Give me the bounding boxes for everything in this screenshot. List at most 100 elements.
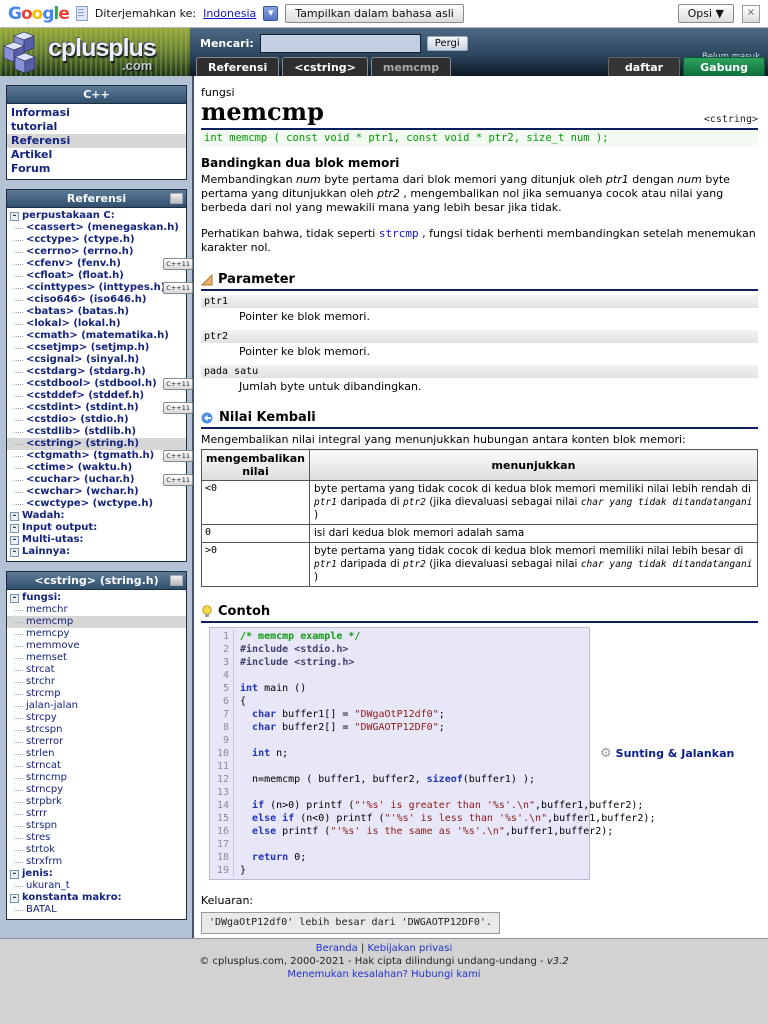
cstring-menu-item[interactable]: strrr bbox=[7, 808, 186, 820]
reference-menu-item[interactable]: <lokal> (lokal.h) bbox=[7, 318, 186, 330]
cstring-menu-item[interactable]: stres bbox=[7, 832, 186, 844]
home-link[interactable]: Beranda bbox=[316, 943, 358, 954]
cpp-menu-item[interactable]: Artikel bbox=[7, 148, 186, 162]
reference-menu-item[interactable]: - Multi-utas: bbox=[7, 534, 186, 546]
cplusplus-logo[interactable]: cplusplus .com bbox=[0, 28, 190, 76]
line-number: 18 bbox=[210, 851, 234, 864]
tree-collapse-icon[interactable]: - bbox=[10, 511, 19, 521]
cstring-menu-item[interactable]: strcmp bbox=[7, 688, 186, 700]
reference-menu-item[interactable]: <cstdio> (stdio.h) bbox=[7, 414, 186, 426]
header-tab[interactable]: memcmp bbox=[370, 57, 452, 76]
reference-menu-item[interactable]: - Wadah: bbox=[7, 510, 186, 522]
tree-collapse-icon[interactable]: - bbox=[10, 869, 19, 879]
reference-menu-item[interactable]: <cstdbool> (stdbool.h) C++11 bbox=[7, 378, 193, 390]
dock-icon[interactable] bbox=[170, 575, 183, 586]
cstring-menu-item[interactable]: strchr bbox=[7, 676, 186, 688]
reference-menu-item[interactable]: <cerrno> (errno.h) bbox=[7, 246, 186, 258]
header-tab[interactable]: Referensi bbox=[196, 57, 280, 76]
search-go-button[interactable]: Pergi bbox=[426, 36, 468, 51]
cstring-menu-item[interactable]: - fungsi: bbox=[7, 592, 186, 604]
menu-item-label: konstanta makro: bbox=[22, 892, 122, 903]
reference-menu-item[interactable]: <cwctype> (wctype.h) bbox=[7, 498, 186, 510]
reference-menu-item[interactable]: <cstddef> (stddef.h) bbox=[7, 390, 186, 402]
cstring-menu-item[interactable]: strpbrk bbox=[7, 796, 186, 808]
reference-menu-item[interactable]: <cfenv> (fenv.h) C++11 bbox=[7, 258, 193, 270]
edit-and-run-link[interactable]: ⚙ Sunting & Jalankan bbox=[600, 746, 734, 761]
cstring-menu-item[interactable]: strerror bbox=[7, 736, 186, 748]
reference-menu-item[interactable]: <cstdarg> (stdarg.h) bbox=[7, 366, 186, 378]
cstring-menu-item[interactable]: memmove bbox=[7, 640, 186, 652]
cstring-menu-item[interactable]: memcpy bbox=[7, 628, 186, 640]
line-number: 14 bbox=[210, 799, 234, 812]
cstring-menu-item[interactable]: - jenis: bbox=[7, 868, 186, 880]
return-meaning-cell: isi dari kedua blok memori adalah sama bbox=[308, 524, 759, 543]
cstring-menu-item[interactable]: memchr bbox=[7, 604, 186, 616]
cpp-menu-item[interactable]: Informasi bbox=[7, 106, 186, 120]
reference-menu-item[interactable]: <cwchar> (wchar.h) bbox=[7, 486, 186, 498]
cpp-menu-item[interactable]: Forum bbox=[7, 162, 186, 176]
cstring-menu-item[interactable]: strncat bbox=[7, 760, 186, 772]
cpp-menu-item[interactable]: tutorial bbox=[7, 120, 186, 134]
tree-collapse-icon[interactable]: - bbox=[10, 893, 19, 903]
reference-menu-item[interactable]: <cassert> (menegaskan.h) bbox=[7, 222, 186, 234]
tree-collapse-icon[interactable]: - bbox=[10, 211, 19, 221]
cstring-menu-item[interactable]: strcspn bbox=[7, 724, 186, 736]
search-input[interactable] bbox=[259, 34, 421, 53]
tree-collapse-icon[interactable]: - bbox=[10, 535, 19, 545]
close-icon[interactable]: × bbox=[742, 4, 760, 23]
cstring-menu-item[interactable]: - konstanta makro: bbox=[7, 892, 186, 904]
reference-menu-item[interactable]: <batas> (batas.h) bbox=[7, 306, 186, 318]
reference-menu-item[interactable]: <cstdlib> (stdlib.h) bbox=[7, 426, 186, 438]
code-line: 7 char buffer1[] = "DWgaOtP12df0"; bbox=[210, 708, 585, 721]
cstring-menu-item[interactable]: strncpy bbox=[7, 784, 186, 796]
cstring-menu-item[interactable]: memcmp bbox=[7, 616, 186, 628]
code-editor[interactable]: 1 /* memcmp example */ 2 #include <stdio… bbox=[209, 627, 655, 880]
tree-line bbox=[14, 765, 23, 767]
reference-menu-item[interactable]: - Input output: bbox=[7, 522, 186, 534]
cstring-menu-item[interactable]: strncmp bbox=[7, 772, 186, 784]
cstring-menu-item[interactable]: strspn bbox=[7, 820, 186, 832]
reference-menu-item[interactable]: <csignal> (sinyal.h) bbox=[7, 354, 186, 366]
cstring-menu-item[interactable]: strtok bbox=[7, 844, 186, 856]
menu-item-label: <ctime> (waktu.h) bbox=[26, 462, 133, 473]
cstring-menu-item[interactable]: strlen bbox=[7, 748, 186, 760]
cpp-menu-item[interactable]: Referensi bbox=[7, 134, 186, 148]
cstring-menu-item[interactable]: strcpy bbox=[7, 712, 186, 724]
language-link[interactable]: Indonesia bbox=[203, 7, 256, 20]
cstring-menu-item[interactable]: memset bbox=[7, 652, 186, 664]
join-button[interactable]: Gabung bbox=[683, 57, 765, 76]
cstring-menu-item[interactable]: strcat bbox=[7, 664, 186, 676]
reference-menu-item[interactable]: <cinttypes> (inttypes.h) C++11 bbox=[7, 282, 193, 294]
show-original-button[interactable]: Tampilkan dalam bahasa asli bbox=[285, 4, 464, 23]
cstring-menu-item[interactable]: jalan-jalan bbox=[7, 700, 186, 712]
tree-line bbox=[14, 263, 23, 265]
cstring-menu-item[interactable]: strxfrm bbox=[7, 856, 186, 868]
tree-collapse-icon[interactable]: - bbox=[10, 593, 19, 603]
tree-collapse-icon[interactable]: - bbox=[10, 523, 19, 533]
reference-menu-item[interactable]: - Lainnya: bbox=[7, 546, 186, 558]
reference-menu-item[interactable]: <cstring> (string.h) bbox=[7, 438, 186, 450]
cstring-menu-item[interactable]: ukuran_t bbox=[7, 880, 186, 892]
reference-menu-item[interactable]: <cmath> (matematika.h) bbox=[7, 330, 186, 342]
contact-link[interactable]: Menemukan kesalahan? Hubungi kami bbox=[287, 969, 480, 980]
tree-collapse-icon[interactable]: - bbox=[10, 547, 19, 557]
reference-menu-item[interactable]: <ctime> (waktu.h) bbox=[7, 462, 186, 474]
reference-menu-item[interactable]: <cuchar> (uchar.h) C++11 bbox=[7, 474, 193, 486]
language-dropdown-icon[interactable]: ▼ bbox=[263, 6, 279, 21]
reference-menu-item[interactable]: - perpustakaan C: bbox=[7, 210, 186, 222]
cstring-menu-item[interactable]: BATAL bbox=[7, 904, 186, 916]
reference-menu-item[interactable]: <csetjmp> (setjmp.h) bbox=[7, 342, 186, 354]
header-tab[interactable]: <cstring> bbox=[282, 57, 368, 76]
reference-menu-item[interactable]: <ciso646> (iso646.h) bbox=[7, 294, 186, 306]
reference-menu-item[interactable]: <cstdint> (stdint.h) C++11 bbox=[7, 402, 193, 414]
reference-menu-item[interactable]: <cfloat> (float.h) bbox=[7, 270, 186, 282]
reference-menu-item[interactable]: <ctgmath> (tgmath.h) C++11 bbox=[7, 450, 193, 462]
reference-menu-item[interactable]: <cctype> (ctype.h) bbox=[7, 234, 186, 246]
menu-item-label: strcmp bbox=[26, 688, 61, 699]
return-value-cell: 0 bbox=[201, 524, 310, 543]
options-button[interactable]: Opsi ▼ bbox=[677, 4, 734, 23]
privacy-link[interactable]: Kebijakan privasi bbox=[368, 943, 453, 954]
dock-icon[interactable] bbox=[170, 193, 183, 204]
register-button[interactable]: daftar bbox=[607, 57, 681, 76]
menu-item-label: Multi-utas: bbox=[22, 534, 84, 545]
